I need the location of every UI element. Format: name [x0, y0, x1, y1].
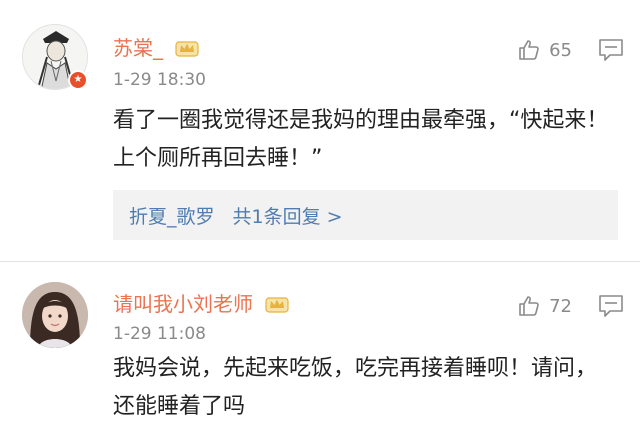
reply-user-link[interactable]: 折夏_歌罗 [129, 202, 215, 229]
comment-reply-icon[interactable] [598, 38, 624, 62]
replies-summary[interactable]: 折夏_歌罗 共1条回复 > [113, 190, 618, 240]
comment-item: 请叫我小刘老师 1-29 11:08 72 我妈会说，先起来吃饭，吃完再接着睡呗… [0, 262, 640, 444]
crown-icon [265, 297, 289, 313]
username-label[interactable]: 请叫我小刘老师 [113, 292, 253, 316]
crown-icon [175, 41, 199, 57]
verified-badge-icon: ★ [68, 70, 88, 90]
reply-count-link[interactable]: 共1条回复 > [233, 202, 343, 229]
timestamp: 1-29 18:30 [113, 70, 206, 90]
thumbs-up-icon [519, 296, 539, 316]
like-count: 65 [549, 39, 572, 61]
like-count: 72 [549, 295, 572, 317]
username[interactable]: 请叫我小刘老师 [113, 288, 289, 317]
like-button[interactable]: 65 [517, 38, 572, 62]
comment-text: 看了一圈我觉得还是我妈的理由最牵强，“快起来！上个厕所再回去睡！” [113, 108, 609, 171]
username-label[interactable]: 苏棠_ [113, 36, 163, 60]
thumbs-up-icon [519, 40, 539, 60]
like-button[interactable]: 72 [517, 294, 572, 318]
comment-item: ★ 苏棠_ 1-29 18:30 65 看了一圈我觉得还是我妈的理由最牵强，“快… [0, 0, 640, 262]
photo-avatar-icon [22, 282, 88, 348]
timestamp: 1-29 11:08 [113, 324, 206, 344]
comment-reply-icon[interactable] [598, 294, 624, 318]
username[interactable]: 苏棠_ [113, 32, 199, 61]
comment-text: 我妈会说，先起来吃饭，吃完再接着睡呗！请问，还能睡着了吗 [113, 356, 598, 419]
avatar[interactable] [22, 282, 88, 348]
